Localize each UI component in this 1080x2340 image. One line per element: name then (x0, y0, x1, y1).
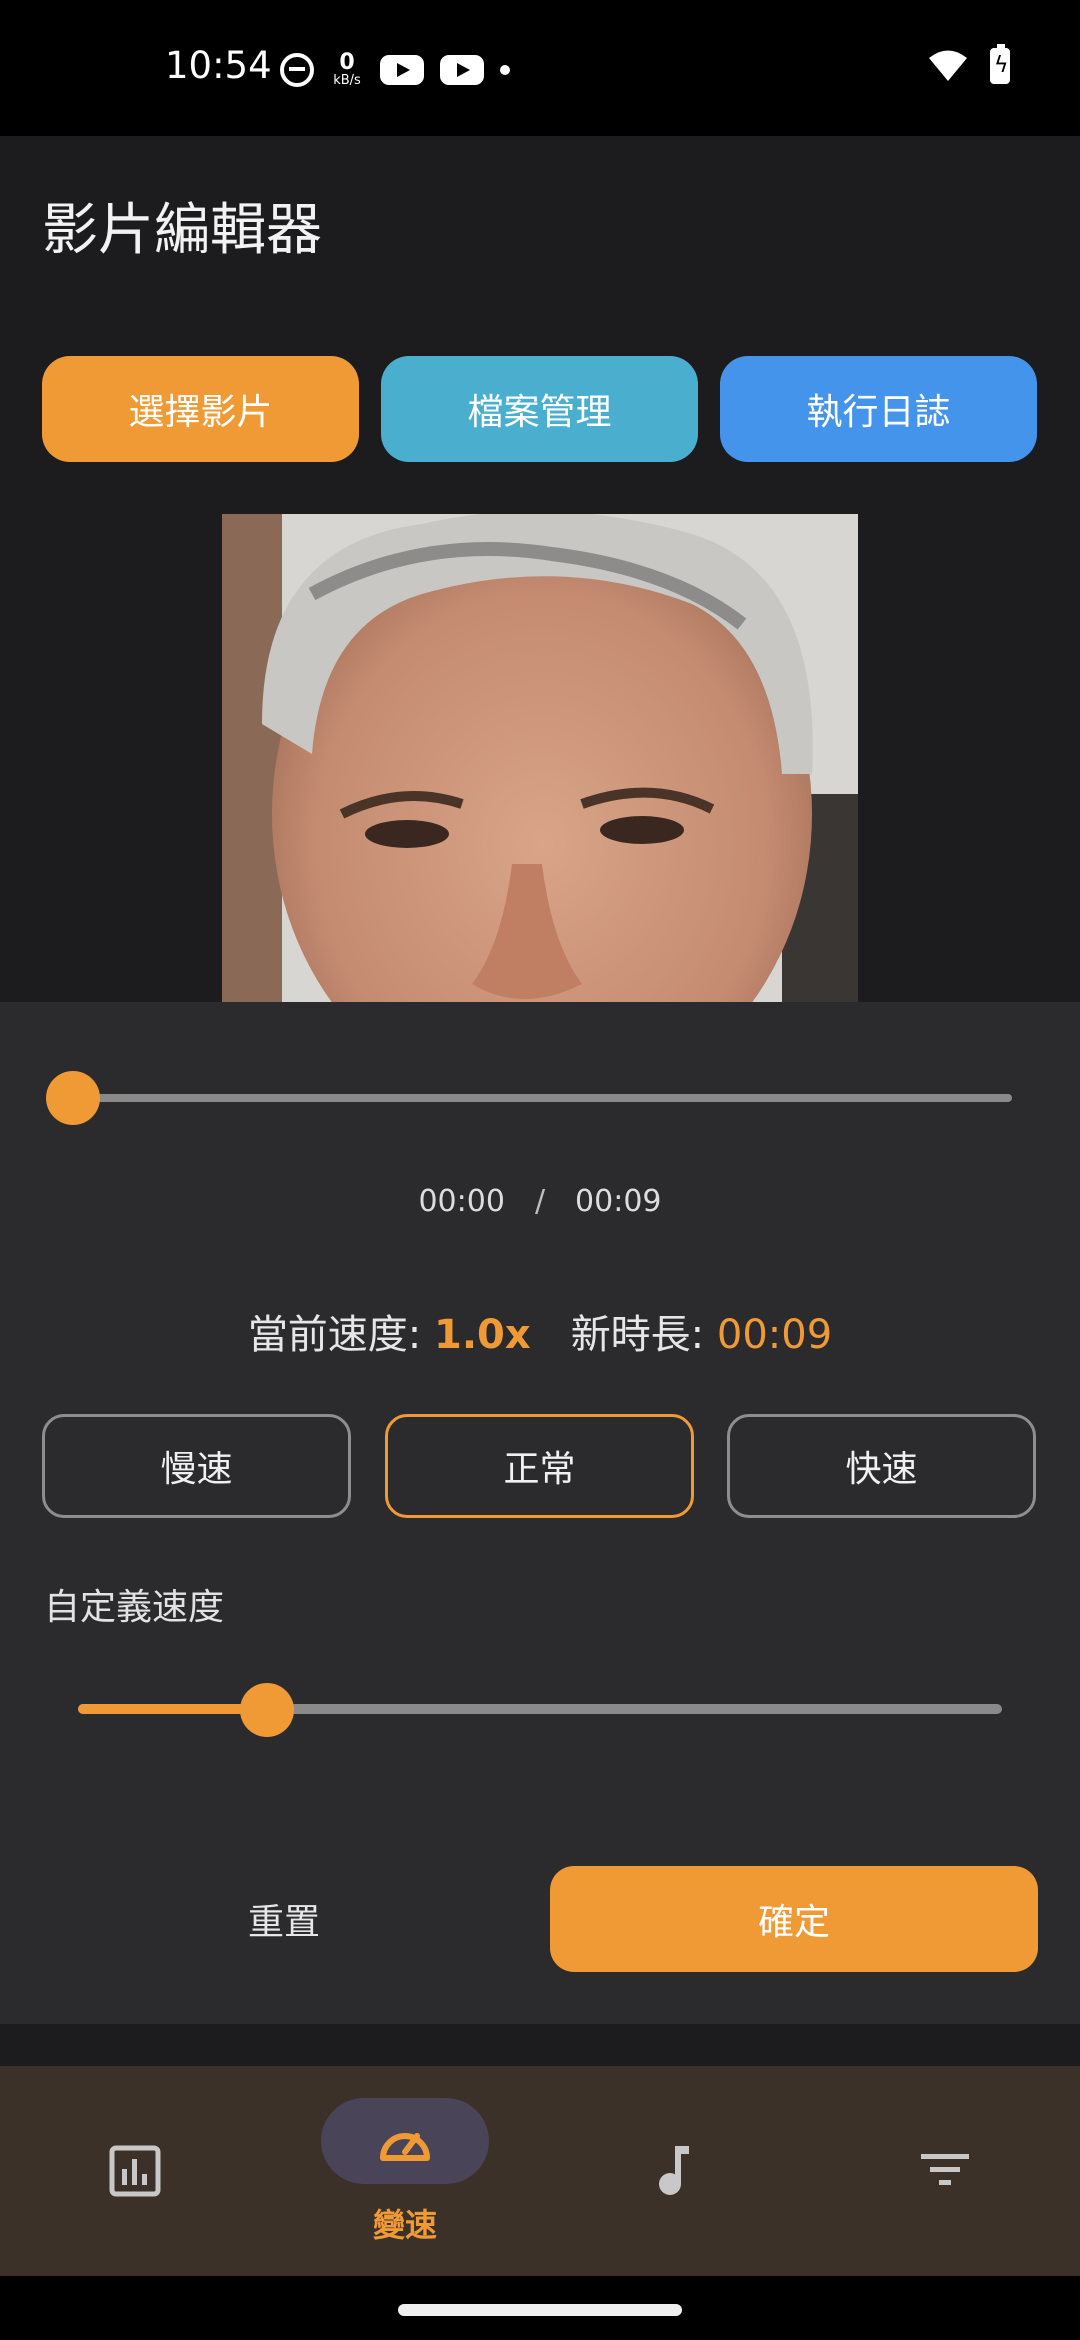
filter-icon (921, 2154, 969, 2185)
select-video-button[interactable]: 選擇影片 (42, 356, 359, 462)
normal-speed-button[interactable]: 正常 (385, 1414, 694, 1518)
speed-info: 當前速度: 1.0x 新時長: 00:09 (0, 1302, 1080, 1360)
playback-time: 00:00 / 00:09 (0, 1184, 1080, 1219)
nav-label-speed: 變速 (372, 2206, 437, 2244)
status-bar: 10:54 0 kB/s (0, 0, 1080, 136)
video-preview[interactable] (222, 514, 858, 1002)
run-log-button[interactable]: 執行日誌 (720, 356, 1037, 462)
page-title: 影片編輯器 (42, 198, 322, 263)
video-frame-image (222, 514, 858, 1002)
face-icon (280, 53, 314, 87)
current-speed-value: 1.0x (434, 1312, 531, 1358)
file-manager-button[interactable]: 檔案管理 (381, 356, 698, 462)
confirm-button[interactable]: 確定 (550, 1866, 1038, 1972)
net-speed-unit: kB/s (333, 73, 361, 88)
status-icons-left: 0 kB/s (280, 50, 510, 90)
seek-bar-thumb[interactable] (46, 1071, 100, 1125)
nav-item-stats[interactable] (0, 2066, 270, 2276)
music-note-icon (659, 2146, 689, 2195)
current-speed-label: 當前速度: (247, 1312, 422, 1358)
reset-button[interactable]: 重置 (42, 1866, 526, 1972)
total-time: 00:09 (575, 1184, 662, 1219)
status-icons-right (928, 44, 1010, 84)
net-speed-value: 0 (339, 50, 355, 75)
bottom-navigation: 變速 (0, 2066, 1080, 2276)
custom-speed-slider-fill (78, 1704, 266, 1714)
fast-speed-button[interactable]: 快速 (727, 1414, 1036, 1518)
slow-speed-button[interactable]: 慢速 (42, 1414, 351, 1518)
youtube-icon (440, 55, 484, 85)
custom-speed-slider-thumb[interactable] (240, 1683, 294, 1737)
custom-speed-label: 自定義速度 (44, 1587, 225, 1628)
net-speed-indicator: 0 kB/s (330, 52, 364, 88)
nav-item-music[interactable] (540, 2066, 810, 2276)
new-duration-label: 新時長: (570, 1312, 705, 1358)
bar-chart-icon (109, 2145, 161, 2197)
battery-charging-icon (990, 44, 1010, 84)
wifi-icon (929, 50, 967, 81)
youtube-icon (380, 55, 424, 85)
nav-item-speed[interactable]: 變速 (270, 2066, 540, 2276)
nav-item-filter[interactable] (810, 2066, 1080, 2276)
current-time: 00:00 (418, 1184, 505, 1219)
time-separator: / (534, 1184, 546, 1219)
home-gesture-handle[interactable] (398, 2304, 682, 2316)
seek-bar-track[interactable] (72, 1094, 1012, 1102)
status-time: 10:54 (165, 44, 272, 87)
speedometer-icon (380, 2133, 430, 2161)
new-duration-value: 00:09 (716, 1312, 833, 1358)
notification-dot-icon (500, 65, 510, 75)
